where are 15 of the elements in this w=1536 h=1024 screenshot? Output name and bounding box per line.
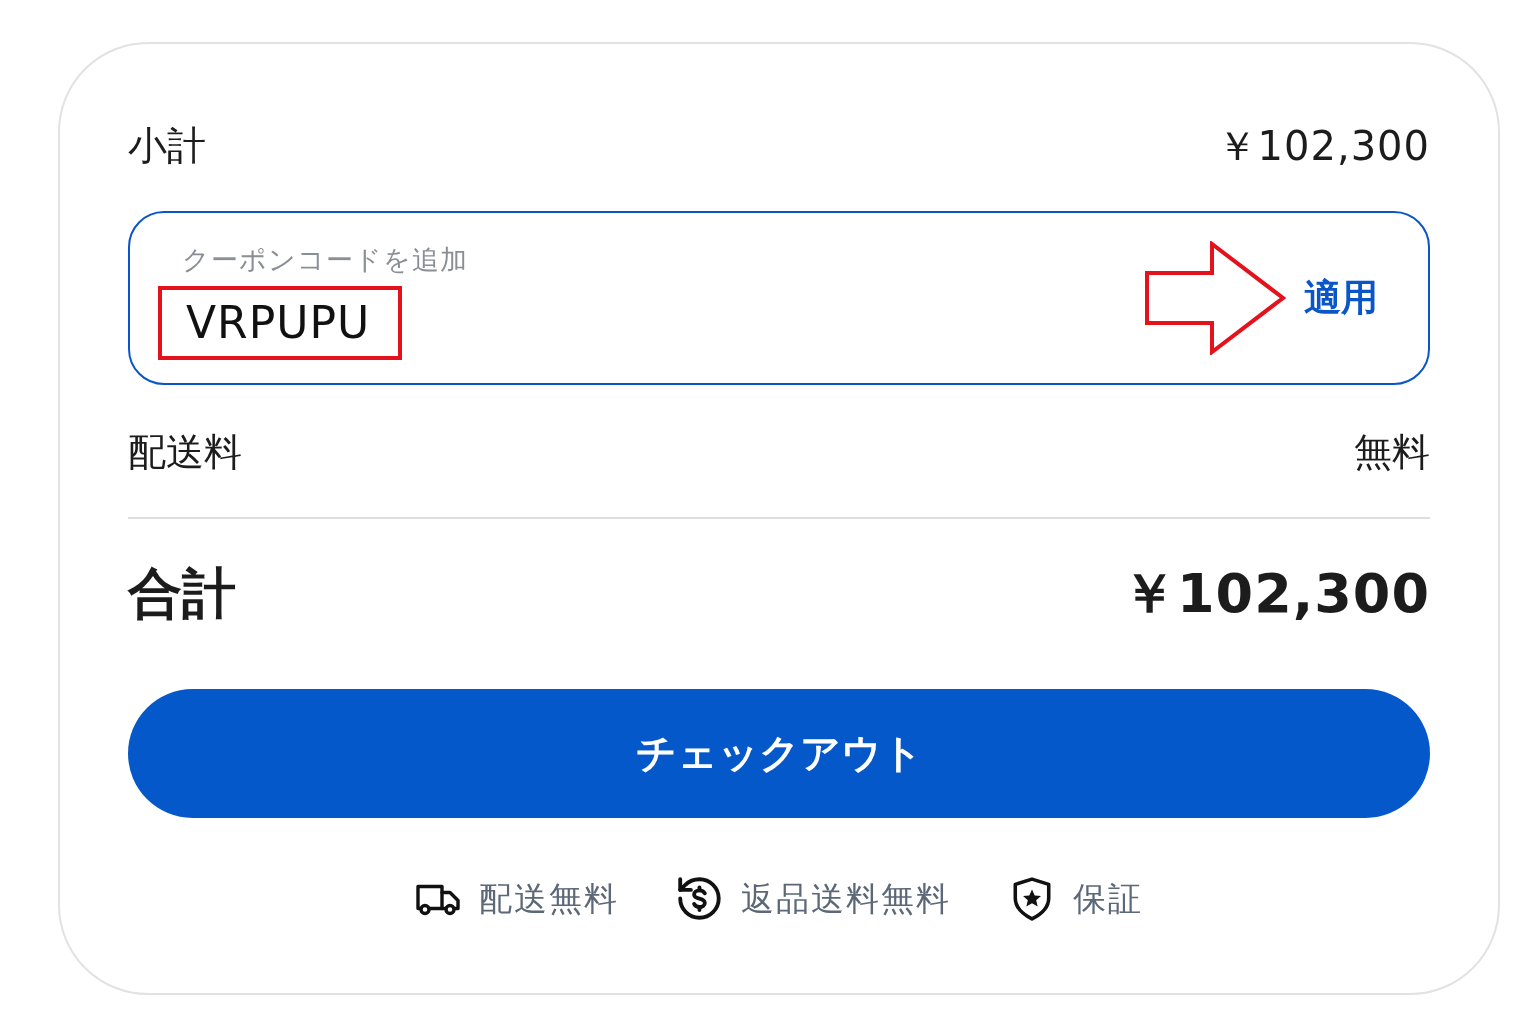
total-label: 合計 <box>128 561 236 627</box>
coupon-code-value: VRPUPU <box>186 301 371 345</box>
checkout-button[interactable]: チェックアウト <box>128 689 1430 818</box>
total-amount: ￥102,300 <box>1122 561 1430 627</box>
coupon-field[interactable]: クーポンコードを追加 VRPUPU 適用 <box>128 211 1430 385</box>
feature-label: 返品送料無料 <box>741 877 951 920</box>
feature-label: 配送無料 <box>479 877 619 920</box>
coupon-label: クーポンコードを追加 <box>182 245 468 275</box>
subtotal-label: 小計 <box>128 122 206 170</box>
shipping-label: 配送料 <box>128 430 242 476</box>
apply-button[interactable]: 適用 <box>1304 273 1378 323</box>
subtotal-amount: ￥102,300 <box>1216 122 1430 170</box>
shipping-amount: 無料 <box>1354 430 1430 476</box>
dollar-return-icon <box>677 876 723 922</box>
feature-label: 保証 <box>1073 877 1143 920</box>
